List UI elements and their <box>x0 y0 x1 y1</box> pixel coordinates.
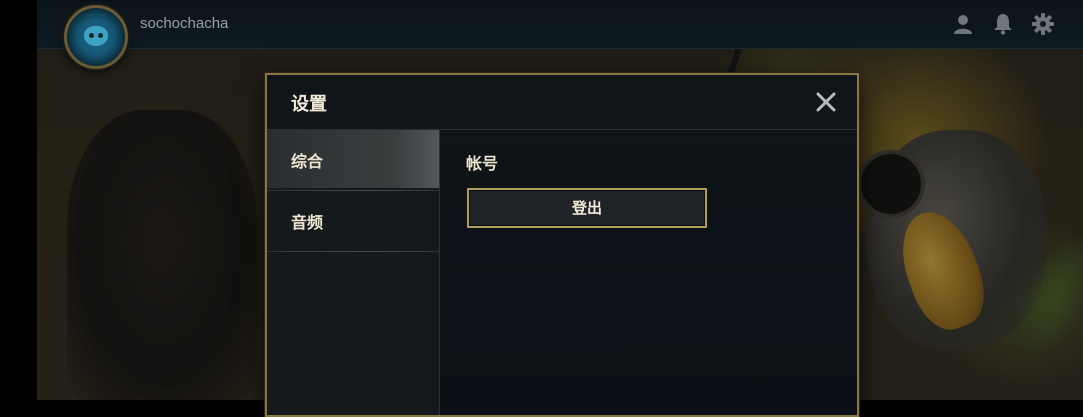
left-black-bar <box>0 0 37 400</box>
username: sochochacha <box>140 15 229 32</box>
account-section-label: 帐号 <box>466 154 499 173</box>
avatar[interactable] <box>64 5 128 69</box>
settings-sidebar: 综合 音频 <box>267 130 440 415</box>
close-icon <box>816 92 836 112</box>
bell-icon[interactable] <box>991 12 1015 36</box>
gear-icon[interactable] <box>1031 12 1055 36</box>
close-button[interactable] <box>813 89 839 115</box>
logout-button[interactable]: 登出 <box>467 188 707 228</box>
settings-content: 帐号 登出 <box>440 130 855 415</box>
sidebar-item-label: 音频 <box>291 213 324 232</box>
settings-dialog: 设置 综合 音频 帐号 登出 <box>265 73 859 417</box>
dialog-header: 设置 <box>267 75 857 130</box>
sidebar-divider <box>267 251 439 252</box>
dialog-title: 设置 <box>291 94 327 115</box>
sidebar-item-audio[interactable]: 音频 <box>267 191 439 249</box>
sidebar-item-general[interactable]: 综合 <box>267 130 439 188</box>
avatar-face-icon <box>84 26 108 46</box>
user-icon[interactable] <box>951 12 975 36</box>
sidebar-item-label: 综合 <box>291 152 324 171</box>
